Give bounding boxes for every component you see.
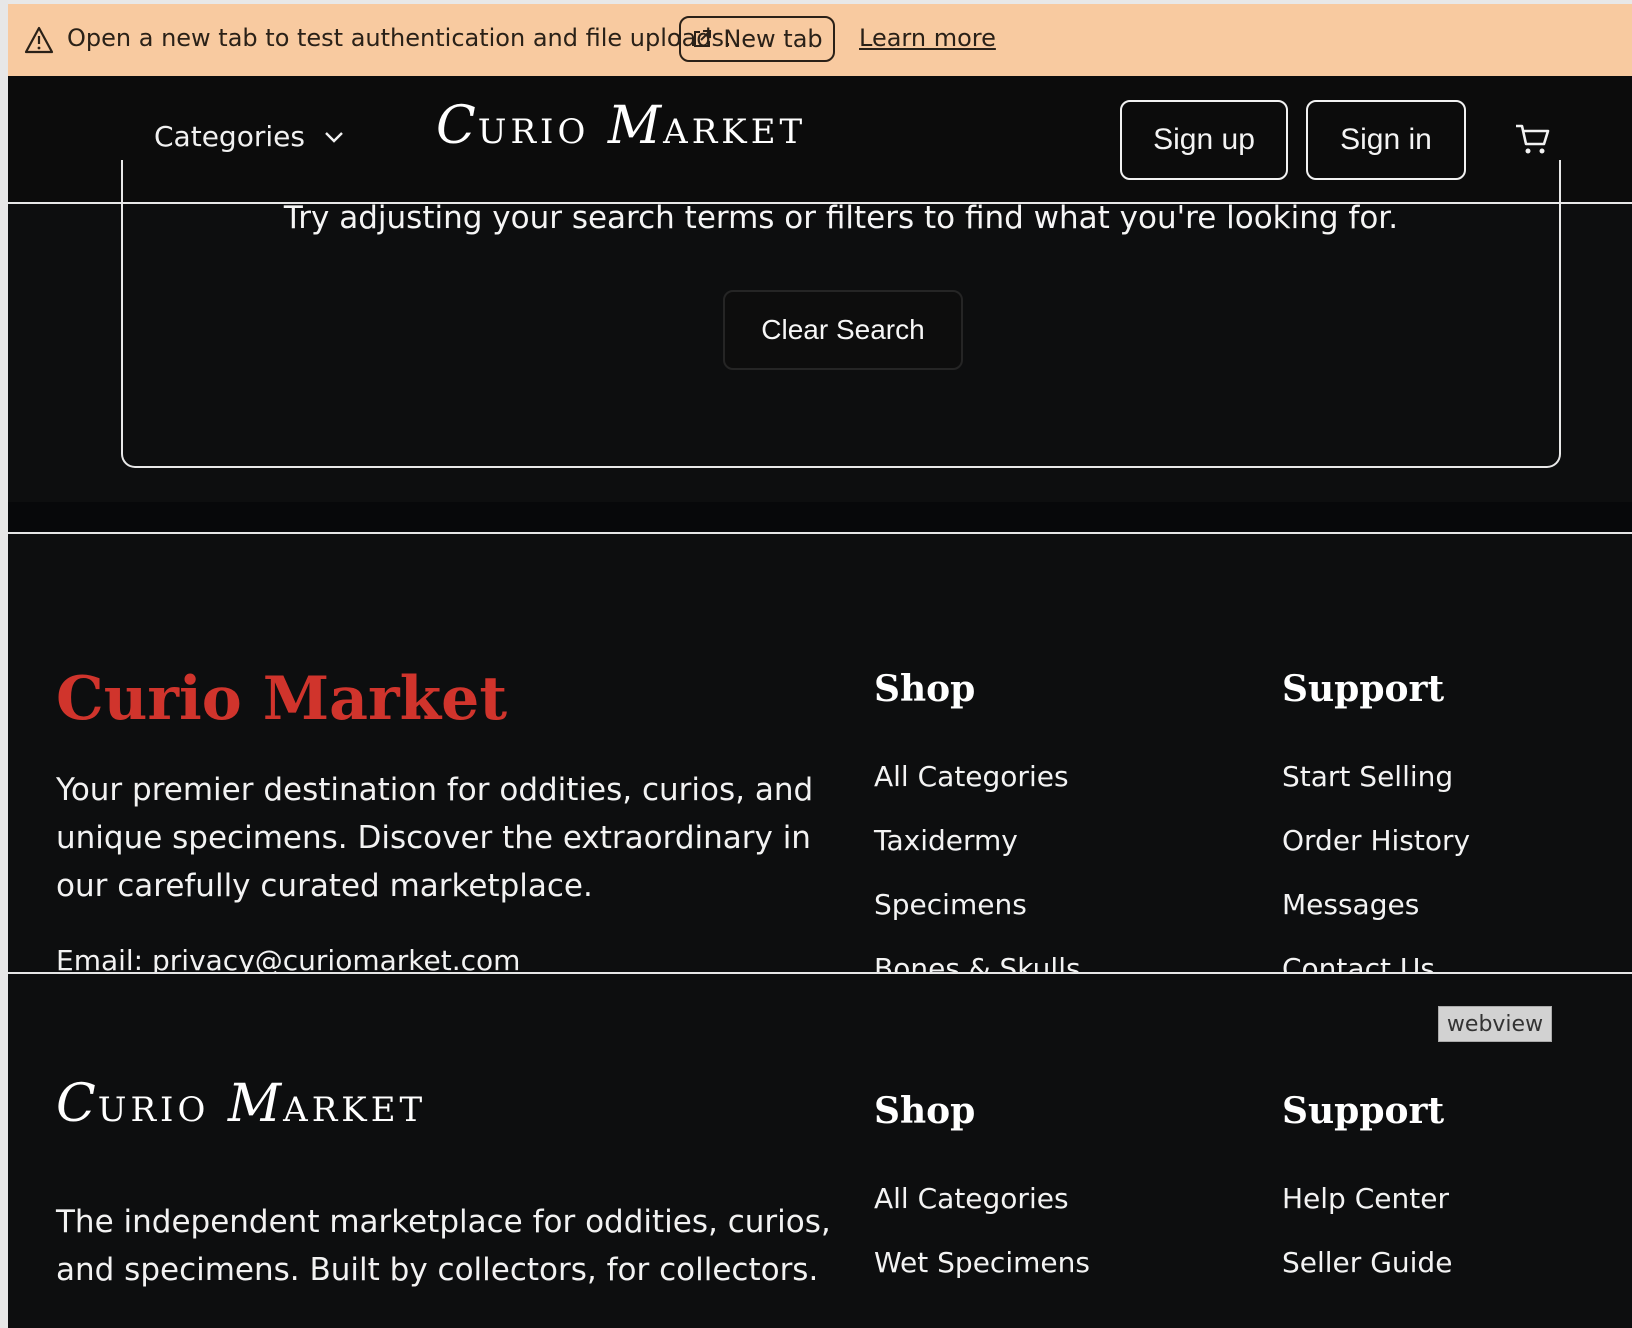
support-links: Help Center Seller Guide [1282, 1182, 1452, 1310]
support-links: Start Selling Order History Messages Con… [1282, 760, 1470, 972]
footer-logo[interactable]: CURIO MARKET [56, 1074, 426, 1134]
site-logo[interactable]: CURIO MARKET [436, 96, 806, 156]
footer-description: Your premier destination for oddities, c… [56, 772, 814, 904]
shop-links: All Categories Wet Specimens [874, 1182, 1090, 1310]
shop-links: All Categories Taxidermy Specimens Bones… [874, 760, 1081, 972]
footer-link[interactable]: All Categories [874, 760, 1081, 824]
footer-brand[interactable]: Curio Market [56, 664, 507, 734]
shop-heading: Shop [874, 1090, 976, 1132]
learn-more-link[interactable]: Learn more [859, 24, 996, 52]
clear-search-button[interactable]: Clear Search [723, 290, 963, 370]
warning-icon [24, 26, 54, 54]
section-band [8, 502, 1632, 532]
footer-link[interactable]: Seller Guide [1282, 1246, 1452, 1310]
webview-badge: webview [1438, 1006, 1552, 1042]
footer-link[interactable]: Specimens [874, 888, 1081, 952]
support-heading: Support [1282, 668, 1445, 710]
footer-webview: webview CURIO MARKET The independent mar… [8, 974, 1632, 1328]
cart-icon[interactable] [1514, 122, 1552, 156]
footer-link[interactable]: All Categories [874, 1182, 1090, 1246]
banner-message: Open a new tab to test authentication an… [67, 24, 732, 52]
footer-description: The independent marketplace for oddities… [56, 1204, 831, 1288]
categories-label: Categories [154, 120, 305, 153]
chevron-down-icon [325, 131, 343, 143]
new-tab-label: New tab [723, 25, 823, 53]
footer-link[interactable]: Messages [1282, 888, 1470, 952]
new-tab-button[interactable]: New tab [679, 16, 835, 62]
empty-results-card: Try adjusting your search terms or filte… [121, 160, 1561, 468]
categories-dropdown[interactable]: Categories [154, 120, 345, 153]
footer-link[interactable]: Order History [1282, 824, 1470, 888]
footer-link[interactable]: Bones & Skulls [874, 952, 1081, 972]
footer-link[interactable]: Contact Us [1282, 952, 1470, 972]
left-edge [0, 0, 8, 1328]
test-banner: Open a new tab to test authentication an… [8, 4, 1632, 76]
shop-heading: Shop [874, 668, 976, 710]
footer-link[interactable]: Wet Specimens [874, 1246, 1090, 1310]
footer-primary: Curio Market Your premier destination fo… [8, 534, 1632, 972]
footer-link[interactable]: Taxidermy [874, 824, 1081, 888]
footer-email[interactable]: Email: privacy@curiomarket.com [56, 944, 520, 972]
footer-link[interactable]: Help Center [1282, 1182, 1452, 1246]
footer-link[interactable]: Start Selling [1282, 760, 1470, 824]
support-heading: Support [1282, 1090, 1445, 1132]
external-link-icon [694, 30, 712, 47]
empty-results-hint: Try adjusting your search terms or filte… [283, 200, 1399, 236]
